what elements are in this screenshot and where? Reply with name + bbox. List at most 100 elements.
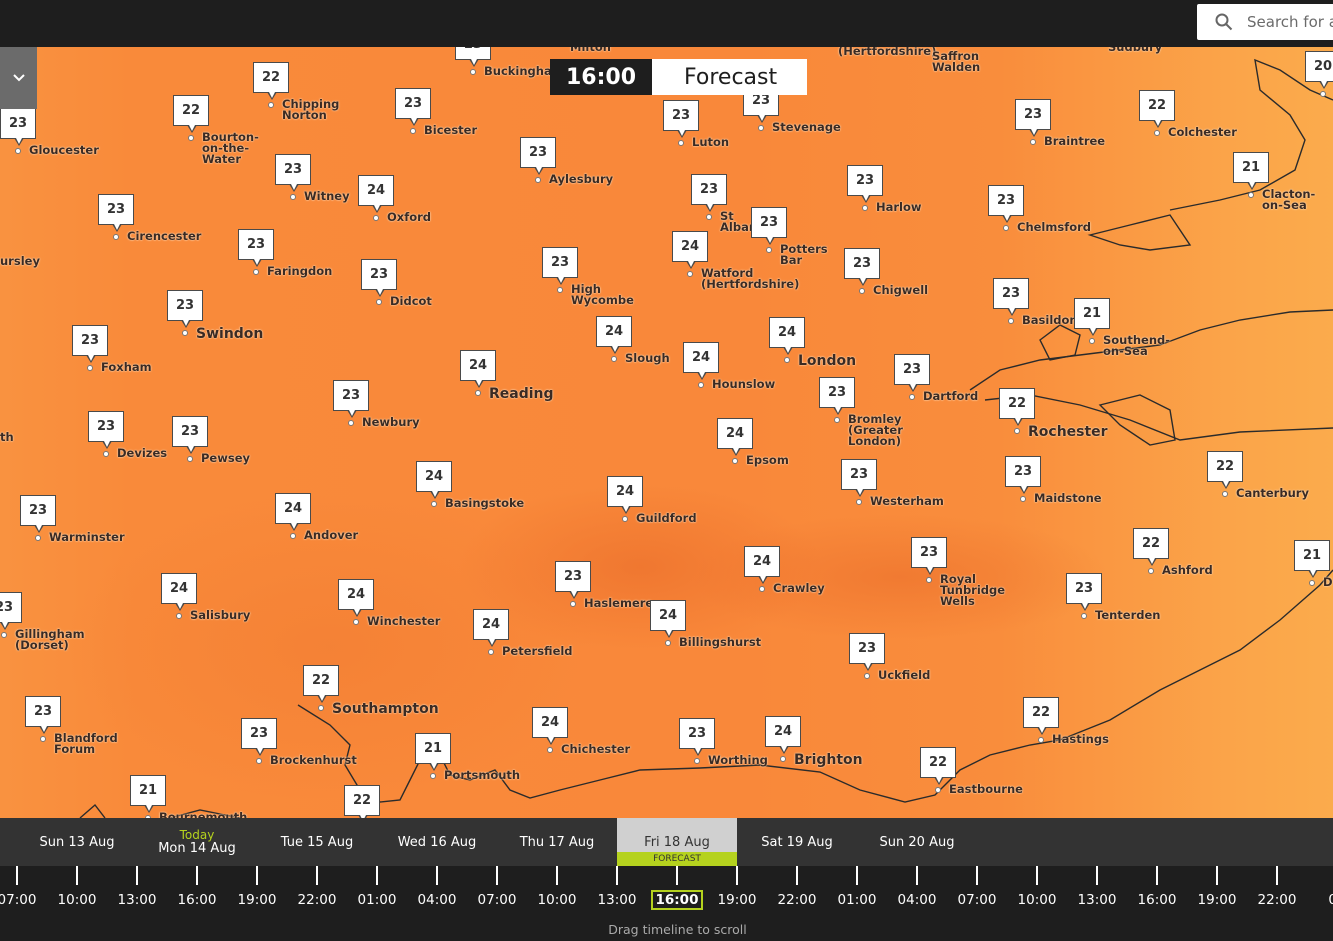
temperature-value: 23 <box>663 100 699 138</box>
hour-label[interactable]: 16:00 <box>167 892 227 908</box>
place-name: Basingstoke <box>445 496 525 510</box>
hour-label[interactable]: 13:00 <box>1067 892 1127 908</box>
temperature-value: 23 <box>849 633 885 671</box>
place-name: Guildford <box>636 511 697 525</box>
location-dot <box>758 125 764 131</box>
location-dot <box>1008 318 1014 324</box>
temperature-value: 23 <box>679 718 715 756</box>
hour-label[interactable]: 07:00 <box>467 892 527 908</box>
place-name: Harlow <box>876 200 922 214</box>
temperature-value: 22 <box>344 785 380 818</box>
temperature-value: 23 <box>455 47 491 67</box>
location-dot <box>187 456 193 462</box>
place-name: Devizes <box>117 446 168 460</box>
hour-label[interactable]: 16:00 <box>651 890 703 910</box>
hour-label[interactable]: 07:00 <box>0 892 47 908</box>
location-dot <box>1309 580 1315 586</box>
place-name: Oxford <box>387 210 432 224</box>
place-name: Saffron Walden <box>932 49 981 74</box>
temperature-value: 22 <box>253 62 289 100</box>
hour-label[interactable]: 10:00 <box>527 892 587 908</box>
day-tab[interactable]: Thu 17 Aug <box>497 818 617 866</box>
place-name: Bourton- on-the- Water <box>202 130 259 166</box>
hour-label[interactable]: 10:00 <box>47 892 107 908</box>
hour-label[interactable]: 19:00 <box>707 892 767 908</box>
timeline-tick <box>796 866 798 885</box>
collapse-panel-button[interactable] <box>0 47 37 109</box>
temperature-value: 24 <box>275 493 311 531</box>
hour-label[interactable]: 07:00 <box>947 892 1007 908</box>
place-name: Swindon <box>196 326 264 342</box>
day-tab[interactable]: Sun 13 Aug <box>17 818 137 866</box>
hour-label[interactable]: 01 <box>1307 892 1333 908</box>
place-name: Chelmsford <box>1017 220 1092 234</box>
timeline-scrubber[interactable]: Drag timeline to scroll 07:00 10:00 13:00 1… <box>0 866 1333 941</box>
hour-label[interactable]: 19:00 <box>227 892 287 908</box>
hour-label[interactable]: 01:00 <box>827 892 887 908</box>
place-name: Brighton <box>794 752 863 768</box>
temperature-value: 22 <box>1207 451 1243 489</box>
temperature-value: 23 <box>555 561 591 599</box>
hour-label[interactable]: 13:00 <box>107 892 167 908</box>
temperature-value: 23 <box>88 411 124 449</box>
hour-label[interactable]: 04:00 <box>887 892 947 908</box>
place-name: Billingshurst <box>679 635 762 649</box>
day-label: Mon 14 Aug <box>158 840 236 856</box>
hour-label[interactable]: 22:00 <box>287 892 347 908</box>
day-tab[interactable]: Wed 16 Aug <box>377 818 497 866</box>
place-name: Clacton- on-Sea <box>1262 187 1316 212</box>
hour-label[interactable]: 22:00 <box>1247 892 1307 908</box>
timeline-tick <box>496 866 498 885</box>
hour-label[interactable]: 16:00 <box>1127 892 1187 908</box>
hour-label[interactable]: 19:00 <box>1187 892 1247 908</box>
timeline-tick <box>1276 866 1278 885</box>
search-input[interactable]: Search for a <box>1197 4 1333 40</box>
day-tab[interactable]: Sun 20 Aug <box>857 818 977 866</box>
location-dot <box>113 234 119 240</box>
temperature-value: 23 <box>819 377 855 415</box>
place-name: Chigwell <box>873 283 929 297</box>
place-name: Basildon <box>1022 313 1078 327</box>
location-dot <box>15 148 21 154</box>
place-name: Eastbourne <box>949 782 1023 796</box>
location-dot <box>290 533 296 539</box>
timeline-tick <box>16 866 18 885</box>
day-tab[interactable]: Tue 15 Aug <box>257 818 377 866</box>
location-dot <box>611 356 617 362</box>
temperature-value: 24 <box>358 175 394 213</box>
hour-label[interactable]: 01:00 <box>347 892 407 908</box>
place-name: Southend- on-Sea <box>1103 333 1171 358</box>
timeline-tick <box>676 866 678 885</box>
location-dot <box>856 499 862 505</box>
place-name: Maidstone <box>1034 491 1102 505</box>
place-name: Haslemere <box>584 596 654 610</box>
timeline-tick <box>916 866 918 885</box>
temperature-value: 24 <box>338 579 374 617</box>
place-name: Sudbury <box>1108 47 1163 54</box>
place-name: Rochester <box>1028 424 1108 440</box>
place-name: Brockenhurst <box>270 753 357 767</box>
temperature-value: 22 <box>1023 697 1059 735</box>
location-dot <box>475 390 481 396</box>
location-dot <box>410 128 416 134</box>
temperature-value: 23 <box>20 495 56 533</box>
temperature-value: 24 <box>717 418 753 456</box>
place-name: Salisbury <box>190 608 251 622</box>
temperature-value: 23 <box>1066 573 1102 611</box>
day-tab[interactable]: Today Mon 14 Aug <box>137 818 257 866</box>
hour-label[interactable]: 10:00 <box>1007 892 1067 908</box>
hour-label[interactable]: 04:00 <box>407 892 467 908</box>
timeline-tick <box>76 866 78 885</box>
hour-label[interactable]: 22:00 <box>767 892 827 908</box>
place-name: Colchester <box>1168 125 1237 139</box>
day-label: Sun 13 Aug <box>39 834 115 850</box>
place-name: Canterbury <box>1236 486 1309 500</box>
place-name: Hounslow <box>712 377 776 391</box>
temperature-value: 23 <box>751 207 787 245</box>
temperature-value: 24 <box>161 573 197 611</box>
day-tab[interactable]: Sat 19 Aug <box>737 818 857 866</box>
location-dot <box>488 649 494 655</box>
weather-map[interactable]: 23 Gloucester 22 Chipping Norton 22 Bourton- … <box>0 47 1333 818</box>
hour-label[interactable]: 13:00 <box>587 892 647 908</box>
temperature-value: 24 <box>672 231 708 269</box>
